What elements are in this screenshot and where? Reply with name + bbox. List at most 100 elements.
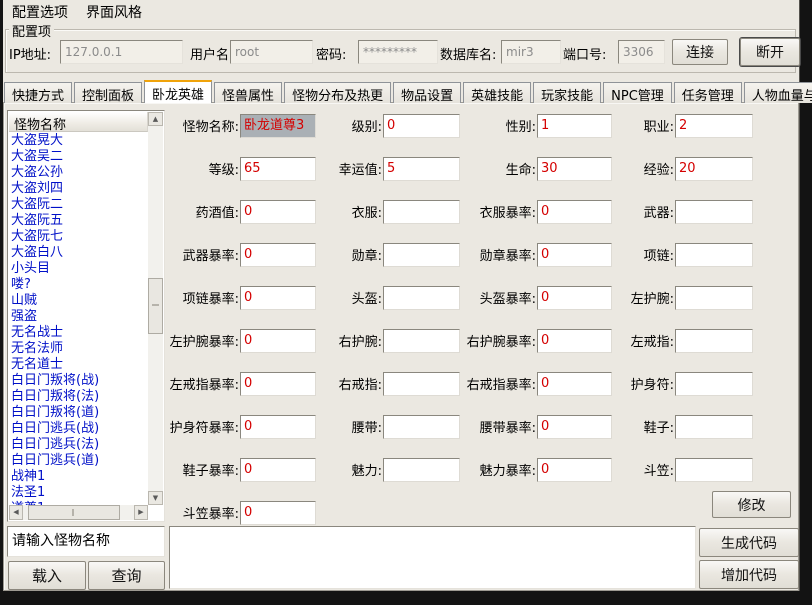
- horizontal-scrollbar[interactable]: ◀ ▶: [9, 505, 148, 520]
- menu-item[interactable]: 界面风格: [77, 0, 151, 24]
- field-input[interactable]: 0: [537, 458, 612, 482]
- port-input[interactable]: 3306: [618, 40, 665, 64]
- scroll-right-icon[interactable]: ▶: [134, 505, 148, 520]
- database-input[interactable]: mir3: [501, 40, 561, 64]
- field-input[interactable]: 1: [537, 114, 612, 138]
- tab-item[interactable]: 怪物分布及热更: [284, 82, 391, 103]
- field-input[interactable]: 0: [240, 286, 316, 310]
- monster-list-item[interactable]: 大盗阮五: [11, 213, 147, 229]
- scroll-down-icon[interactable]: ▼: [148, 491, 163, 505]
- monster-list-item[interactable]: 白日门叛将(法): [11, 389, 147, 405]
- tab-item[interactable]: 控制面板: [74, 82, 142, 103]
- field-input[interactable]: 0: [537, 200, 612, 224]
- field-input[interactable]: [675, 329, 753, 353]
- load-button[interactable]: 载入: [8, 561, 86, 590]
- field-label: 头盔暴率:: [480, 288, 537, 307]
- form-field: 性别: 1: [460, 104, 612, 147]
- tab-item[interactable]: 任务管理: [674, 82, 742, 103]
- field-input[interactable]: [383, 243, 460, 267]
- field-input[interactable]: [675, 458, 753, 482]
- monster-list-item[interactable]: 大盗白八: [11, 245, 147, 261]
- monster-list-item[interactable]: 白日门逃兵(道): [11, 453, 147, 469]
- field-input[interactable]: 0: [537, 415, 612, 439]
- field-input[interactable]: 0: [240, 329, 316, 353]
- tab-item[interactable]: 怪兽属性: [214, 82, 282, 103]
- field-input[interactable]: 卧龙道尊3: [240, 114, 316, 138]
- modify-button[interactable]: 修改: [712, 491, 791, 518]
- vertical-scrollbar[interactable]: ▲ ▼: [148, 112, 163, 505]
- monster-list-item[interactable]: 大盗阮二: [11, 197, 147, 213]
- field-input[interactable]: 0: [240, 501, 316, 525]
- query-button[interactable]: 查询: [88, 561, 165, 590]
- monster-list-header[interactable]: 怪物名称: [9, 112, 148, 132]
- field-input[interactable]: 0: [383, 114, 460, 138]
- monster-list-item[interactable]: 山贼: [11, 293, 147, 309]
- field-input[interactable]: [675, 372, 753, 396]
- tab-item[interactable]: 快捷方式: [4, 82, 72, 103]
- monster-list-item[interactable]: 喽?: [11, 277, 147, 293]
- disconnect-button[interactable]: 断开: [740, 38, 800, 66]
- tab-item[interactable]: NPC管理: [603, 82, 672, 103]
- field-label: 职业:: [644, 116, 675, 135]
- monster-name-search-input[interactable]: 请输入怪物名称: [7, 526, 165, 557]
- monster-list-item[interactable]: 无名法师: [11, 341, 147, 357]
- vertical-scrollbar-thumb[interactable]: [148, 278, 163, 334]
- field-input[interactable]: 0: [537, 243, 612, 267]
- field-input[interactable]: 0: [537, 372, 612, 396]
- monster-list-item[interactable]: 大盗阮七: [11, 229, 147, 245]
- field-input[interactable]: 0: [240, 372, 316, 396]
- field-input[interactable]: 0: [240, 243, 316, 267]
- field-input[interactable]: 0: [537, 329, 612, 353]
- horizontal-scrollbar-thumb[interactable]: [28, 505, 120, 520]
- field-input[interactable]: [675, 415, 753, 439]
- field-input[interactable]: 0: [240, 200, 316, 224]
- field-input[interactable]: 5: [383, 157, 460, 181]
- monster-list-item[interactable]: 白日门逃兵(战): [11, 421, 147, 437]
- scroll-up-icon[interactable]: ▲: [148, 112, 163, 126]
- scroll-left-icon[interactable]: ◀: [9, 505, 23, 520]
- form-field: 项链:: [612, 233, 753, 276]
- monster-list-item[interactable]: 法圣1: [11, 485, 147, 501]
- connect-button[interactable]: 连接: [672, 39, 728, 65]
- menu-bar: 配置选项 界面风格: [3, 1, 799, 23]
- monster-list-item[interactable]: 大盗公孙: [11, 165, 147, 181]
- field-input[interactable]: 0: [537, 286, 612, 310]
- tab-item[interactable]: 英雄技能: [463, 82, 531, 103]
- field-input[interactable]: 2: [675, 114, 753, 138]
- monster-list-item[interactable]: 白日门叛将(道): [11, 405, 147, 421]
- generate-code-button[interactable]: 生成代码: [699, 528, 799, 557]
- field-input[interactable]: [675, 243, 753, 267]
- code-textarea[interactable]: [169, 526, 696, 589]
- field-input[interactable]: [383, 415, 460, 439]
- ip-input[interactable]: 127.0.0.1: [60, 40, 183, 64]
- username-input[interactable]: root: [230, 40, 313, 64]
- field-input[interactable]: [675, 286, 753, 310]
- tab-item[interactable]: 人物血量与经验: [744, 82, 812, 103]
- field-input[interactable]: [383, 286, 460, 310]
- monster-list-item[interactable]: 强盗: [11, 309, 147, 325]
- tab-item[interactable]: 玩家技能: [533, 82, 601, 103]
- field-input[interactable]: [383, 200, 460, 224]
- monster-list-item[interactable]: 白日门逃兵(法): [11, 437, 147, 453]
- monster-list-item[interactable]: 大盗刘四: [11, 181, 147, 197]
- tab-item[interactable]: 卧龙英雄: [144, 80, 212, 103]
- monster-list-item[interactable]: 无名战士: [11, 325, 147, 341]
- field-input[interactable]: 0: [240, 415, 316, 439]
- monster-list-item[interactable]: 战神1: [11, 469, 147, 485]
- monster-list-item[interactable]: 大盗晃大: [11, 133, 147, 149]
- field-input[interactable]: 0: [240, 458, 316, 482]
- monster-list-item[interactable]: 小头目: [11, 261, 147, 277]
- field-input[interactable]: [383, 458, 460, 482]
- field-input[interactable]: [675, 200, 753, 224]
- field-input[interactable]: [383, 329, 460, 353]
- field-input[interactable]: 65: [240, 157, 316, 181]
- password-input[interactable]: *********: [358, 40, 438, 64]
- monster-list-item[interactable]: 白日门叛将(战): [11, 373, 147, 389]
- field-input[interactable]: 30: [537, 157, 612, 181]
- monster-list-item[interactable]: 无名道士: [11, 357, 147, 373]
- tab-item[interactable]: 物品设置: [393, 82, 461, 103]
- field-input[interactable]: 20: [675, 157, 753, 181]
- field-input[interactable]: [383, 372, 460, 396]
- monster-list-item[interactable]: 大盗吴二: [11, 149, 147, 165]
- append-code-button[interactable]: 增加代码: [699, 560, 799, 589]
